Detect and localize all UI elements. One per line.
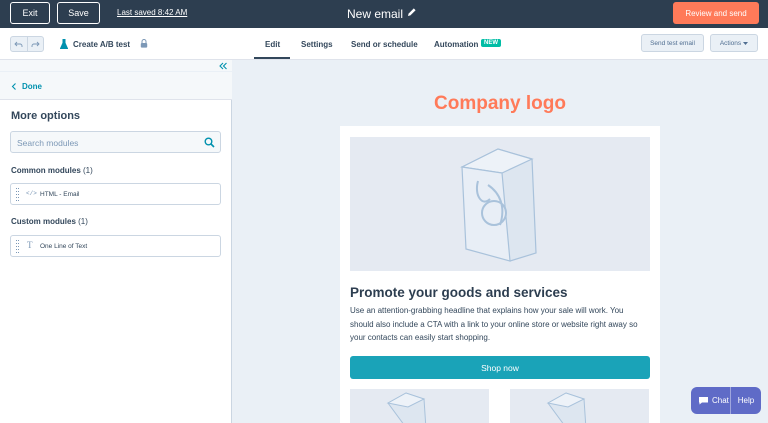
module-html-email[interactable]: </> HTML - Email	[10, 183, 221, 205]
chat-help-widget: Chat Help	[691, 387, 761, 414]
custom-modules-heading: Custom modules (1)	[11, 217, 88, 226]
module-one-line-of-text[interactable]: T One Line of Text	[10, 235, 221, 257]
redo-icon[interactable]	[26, 37, 44, 51]
custom-modules-label: Custom modules	[11, 217, 76, 226]
pencil-icon[interactable]	[407, 7, 417, 17]
hero-image-placeholder[interactable]	[350, 137, 650, 271]
body-line: should also include a CTA with a link to…	[350, 319, 638, 329]
tab-automation[interactable]: Automation	[434, 40, 478, 49]
actions-dropdown-button[interactable]: Actions	[710, 34, 758, 52]
new-badge: NEW	[481, 39, 501, 47]
left-panel: Done More options Search modules Common …	[0, 60, 232, 423]
last-saved-link[interactable]: Last saved 8:42 AM	[117, 8, 187, 17]
chat-label: Chat	[712, 396, 729, 405]
body-line: Use an attention-grabbing headline that …	[350, 306, 624, 315]
exit-button[interactable]: Exit	[10, 2, 50, 24]
chevron-left-icon	[11, 83, 16, 90]
review-and-send-button[interactable]: Review and send	[673, 2, 759, 24]
custom-modules-count: (1)	[78, 217, 88, 226]
company-logo[interactable]: Company logo	[232, 93, 768, 115]
product-image-placeholder[interactable]	[510, 389, 649, 423]
email-headline[interactable]: Promote your goods and services	[350, 285, 568, 300]
save-button[interactable]: Save	[57, 2, 100, 24]
tab-send-or-schedule[interactable]: Send or schedule	[351, 40, 418, 49]
search-icon[interactable]	[204, 137, 215, 148]
double-chevron-left-icon[interactable]	[218, 61, 228, 71]
body-line: your contacts can easily start shopping.	[350, 333, 491, 342]
panel-collapse-bar	[0, 60, 232, 72]
text-icon: T	[27, 240, 33, 250]
module-name: HTML - Email	[40, 191, 80, 198]
done-link[interactable]: Done	[22, 82, 42, 91]
shop-now-button[interactable]: Shop now	[350, 356, 650, 379]
caret-down-icon	[743, 41, 749, 45]
chat-button[interactable]: Chat	[691, 387, 731, 414]
active-tab-indicator	[254, 57, 290, 59]
actions-label: Actions	[719, 39, 742, 47]
email-body-text[interactable]: Use an attention-grabbing headline that …	[350, 304, 650, 345]
module-name: One Line of Text	[40, 243, 88, 250]
shopping-bag-icon	[546, 392, 587, 423]
editor-toolbar: Create A/B test Edit Settings Send or sc…	[0, 28, 768, 60]
top-bar: Exit Save Last saved 8:42 AM New email R…	[0, 0, 768, 28]
flask-icon	[60, 39, 68, 49]
email-preview-canvas: Company logo Promote your goods and serv…	[232, 60, 768, 423]
tab-edit[interactable]: Edit	[265, 40, 280, 49]
shopping-bag-icon	[460, 148, 537, 262]
shopping-bag-icon	[386, 392, 427, 423]
common-modules-count: (1)	[83, 166, 93, 175]
tab-settings[interactable]: Settings	[301, 40, 333, 49]
chat-bubble-icon	[699, 397, 708, 405]
undo-redo-group	[10, 36, 44, 52]
common-modules-heading: Common modules (1)	[11, 166, 93, 175]
drag-handle-icon[interactable]	[16, 240, 19, 253]
send-test-email-button[interactable]: Send test email	[641, 34, 704, 52]
done-back-row[interactable]: Done	[0, 72, 232, 100]
lock-icon	[140, 39, 148, 48]
drag-handle-icon[interactable]	[16, 188, 19, 201]
common-modules-label: Common modules	[11, 166, 81, 175]
help-button[interactable]: Help	[731, 396, 761, 405]
product-image-placeholder[interactable]	[350, 389, 489, 423]
undo-icon[interactable]	[11, 37, 27, 51]
search-placeholder: Search modules	[17, 138, 79, 148]
create-ab-test-link[interactable]: Create A/B test	[73, 40, 130, 49]
panel-title: More options	[11, 110, 81, 122]
email-body: Promote your goods and services Use an a…	[340, 126, 660, 423]
code-icon: </>	[26, 190, 37, 197]
email-title[interactable]: New email	[347, 7, 403, 21]
search-modules-input[interactable]: Search modules	[10, 131, 221, 153]
